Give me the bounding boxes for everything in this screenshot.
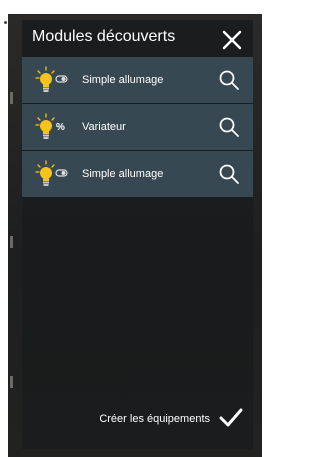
module-row-variateur[interactable]: % Variateur bbox=[22, 104, 253, 150]
module-list: Simple allumage % Variateur Simple allum… bbox=[22, 57, 253, 198]
search-icon[interactable] bbox=[218, 116, 240, 138]
create-equipment-button[interactable]: Créer les équipements bbox=[22, 405, 253, 433]
dialog-header: Modules découverts bbox=[22, 20, 253, 56]
module-label: Simple allumage bbox=[82, 168, 164, 180]
percent-symbol: % bbox=[56, 122, 65, 133]
background-mark bbox=[10, 236, 13, 248]
module-label: Variateur bbox=[82, 121, 126, 133]
search-icon[interactable] bbox=[218, 163, 240, 185]
module-label: Simple allumage bbox=[82, 74, 164, 86]
lightbulb-dimmer-icon: % bbox=[35, 113, 71, 141]
checkmark-icon bbox=[219, 407, 243, 429]
close-icon[interactable] bbox=[221, 29, 243, 51]
background-mark bbox=[10, 376, 13, 388]
module-row-simple-allumage[interactable]: Simple allumage bbox=[22, 57, 253, 103]
discovered-modules-dialog: Modules découverts Simple allumage % Var… bbox=[22, 20, 253, 449]
background-mark bbox=[10, 92, 13, 104]
background-dot bbox=[4, 21, 7, 24]
lightbulb-switch-icon bbox=[35, 160, 71, 188]
create-equipment-label: Créer les équipements bbox=[99, 413, 210, 425]
lightbulb-switch-icon bbox=[35, 66, 71, 94]
module-row-simple-allumage[interactable]: Simple allumage bbox=[22, 151, 253, 197]
dialog-title: Modules découverts bbox=[32, 28, 176, 45]
search-icon[interactable] bbox=[218, 69, 240, 91]
